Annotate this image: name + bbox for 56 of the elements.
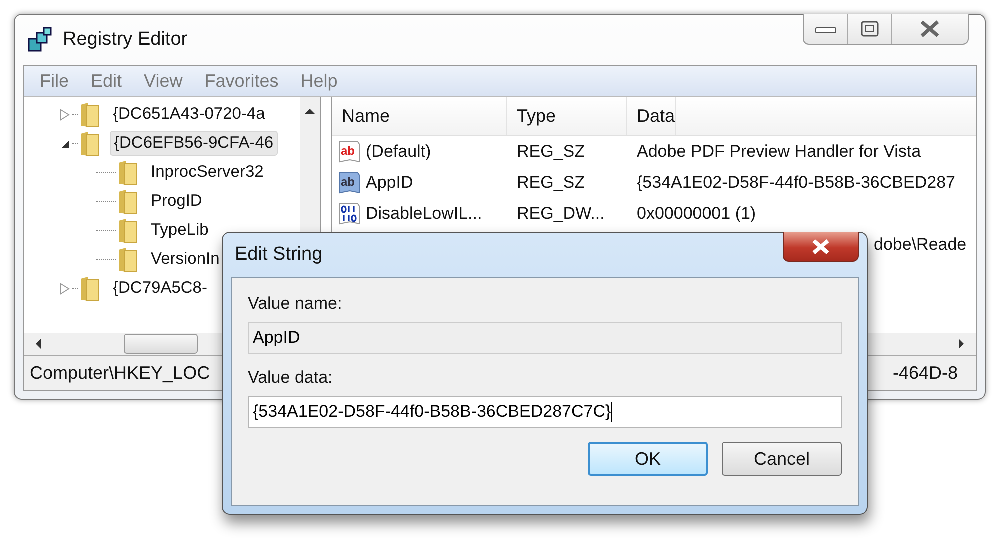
column-header[interactable]: Data bbox=[627, 97, 676, 135]
scroll-right-arrow-icon[interactable] bbox=[958, 338, 966, 350]
value-data: Adobe PDF Preview Handler for Vista bbox=[636, 142, 922, 162]
value-data: 0x00000001 (1) bbox=[636, 204, 756, 224]
folder-icon bbox=[80, 276, 100, 302]
value-type: REG_SZ bbox=[516, 172, 586, 192]
binary-value-icon bbox=[338, 202, 362, 226]
tree-item[interactable]: VersionIn bbox=[148, 248, 223, 271]
folder-icon bbox=[118, 218, 138, 244]
folder-icon bbox=[80, 130, 100, 156]
string-value-icon: ab bbox=[338, 170, 362, 194]
dialog-title: Edit String bbox=[235, 244, 323, 266]
window-title: Registry Editor bbox=[63, 29, 188, 51]
tree-item[interactable]: InprocServer32 bbox=[148, 161, 267, 184]
close-button[interactable] bbox=[783, 232, 859, 262]
folder-icon bbox=[80, 102, 100, 128]
string-value-icon: ab bbox=[338, 140, 362, 164]
close-icon bbox=[811, 238, 831, 254]
column-header[interactable]: Type bbox=[507, 97, 627, 135]
tree-item[interactable]: {DC79A5C8- bbox=[110, 277, 210, 300]
maximize-icon bbox=[860, 21, 878, 37]
menu-item[interactable]: Help bbox=[300, 70, 338, 92]
scroll-left-arrow-icon[interactable] bbox=[34, 338, 42, 350]
tree-item[interactable]: ProgID bbox=[148, 190, 206, 213]
column-header[interactable]: Name bbox=[332, 97, 507, 135]
scroll-up-arrow-icon[interactable] bbox=[304, 107, 316, 115]
menu-item[interactable]: File bbox=[40, 70, 70, 92]
folder-icon bbox=[118, 188, 138, 214]
collapse-arrow-icon[interactable] bbox=[60, 138, 70, 148]
expand-arrow-icon[interactable] bbox=[60, 282, 70, 294]
value-data-field[interactable]: {534A1E02-D58F-44f0-B58B-36CBED287C7C} bbox=[248, 396, 842, 428]
status-path: -464D-8 bbox=[892, 362, 958, 384]
status-path: Computer\HKEY_LOC bbox=[30, 362, 210, 384]
value-name-field[interactable]: AppID bbox=[248, 322, 842, 354]
dialog-button[interactable]: OK bbox=[588, 442, 708, 476]
value-data: {534A1E02-D58F-44f0-B58B-36CBED287 bbox=[636, 172, 956, 192]
tree-item[interactable]: TypeLib bbox=[148, 219, 212, 242]
value-data: dobe\Reade bbox=[874, 234, 967, 254]
value-name[interactable]: AppID bbox=[366, 172, 414, 192]
value-type: REG_SZ bbox=[516, 142, 586, 162]
field-label: Value data: bbox=[248, 368, 334, 388]
folder-icon bbox=[118, 246, 138, 272]
tree-item[interactable]: {DC6EFB56-9CFA-46 bbox=[110, 131, 278, 156]
menu-item[interactable]: Favorites bbox=[204, 70, 279, 92]
value-name[interactable]: DisableLowIL... bbox=[366, 204, 482, 224]
value-type: REG_DW... bbox=[516, 204, 606, 224]
folder-icon bbox=[118, 160, 138, 186]
expand-arrow-icon[interactable] bbox=[60, 108, 70, 120]
close-icon bbox=[919, 20, 941, 38]
tree-item[interactable]: {DC651A43-0720-4a bbox=[110, 103, 268, 126]
menu-item[interactable]: View bbox=[144, 70, 183, 92]
registry-cubes-icon bbox=[27, 27, 53, 53]
dialog-button[interactable]: Cancel bbox=[722, 442, 842, 476]
field-label: Value name: bbox=[248, 294, 344, 314]
menu-item[interactable]: Edit bbox=[91, 70, 122, 92]
value-name[interactable]: (Default) bbox=[366, 142, 432, 162]
